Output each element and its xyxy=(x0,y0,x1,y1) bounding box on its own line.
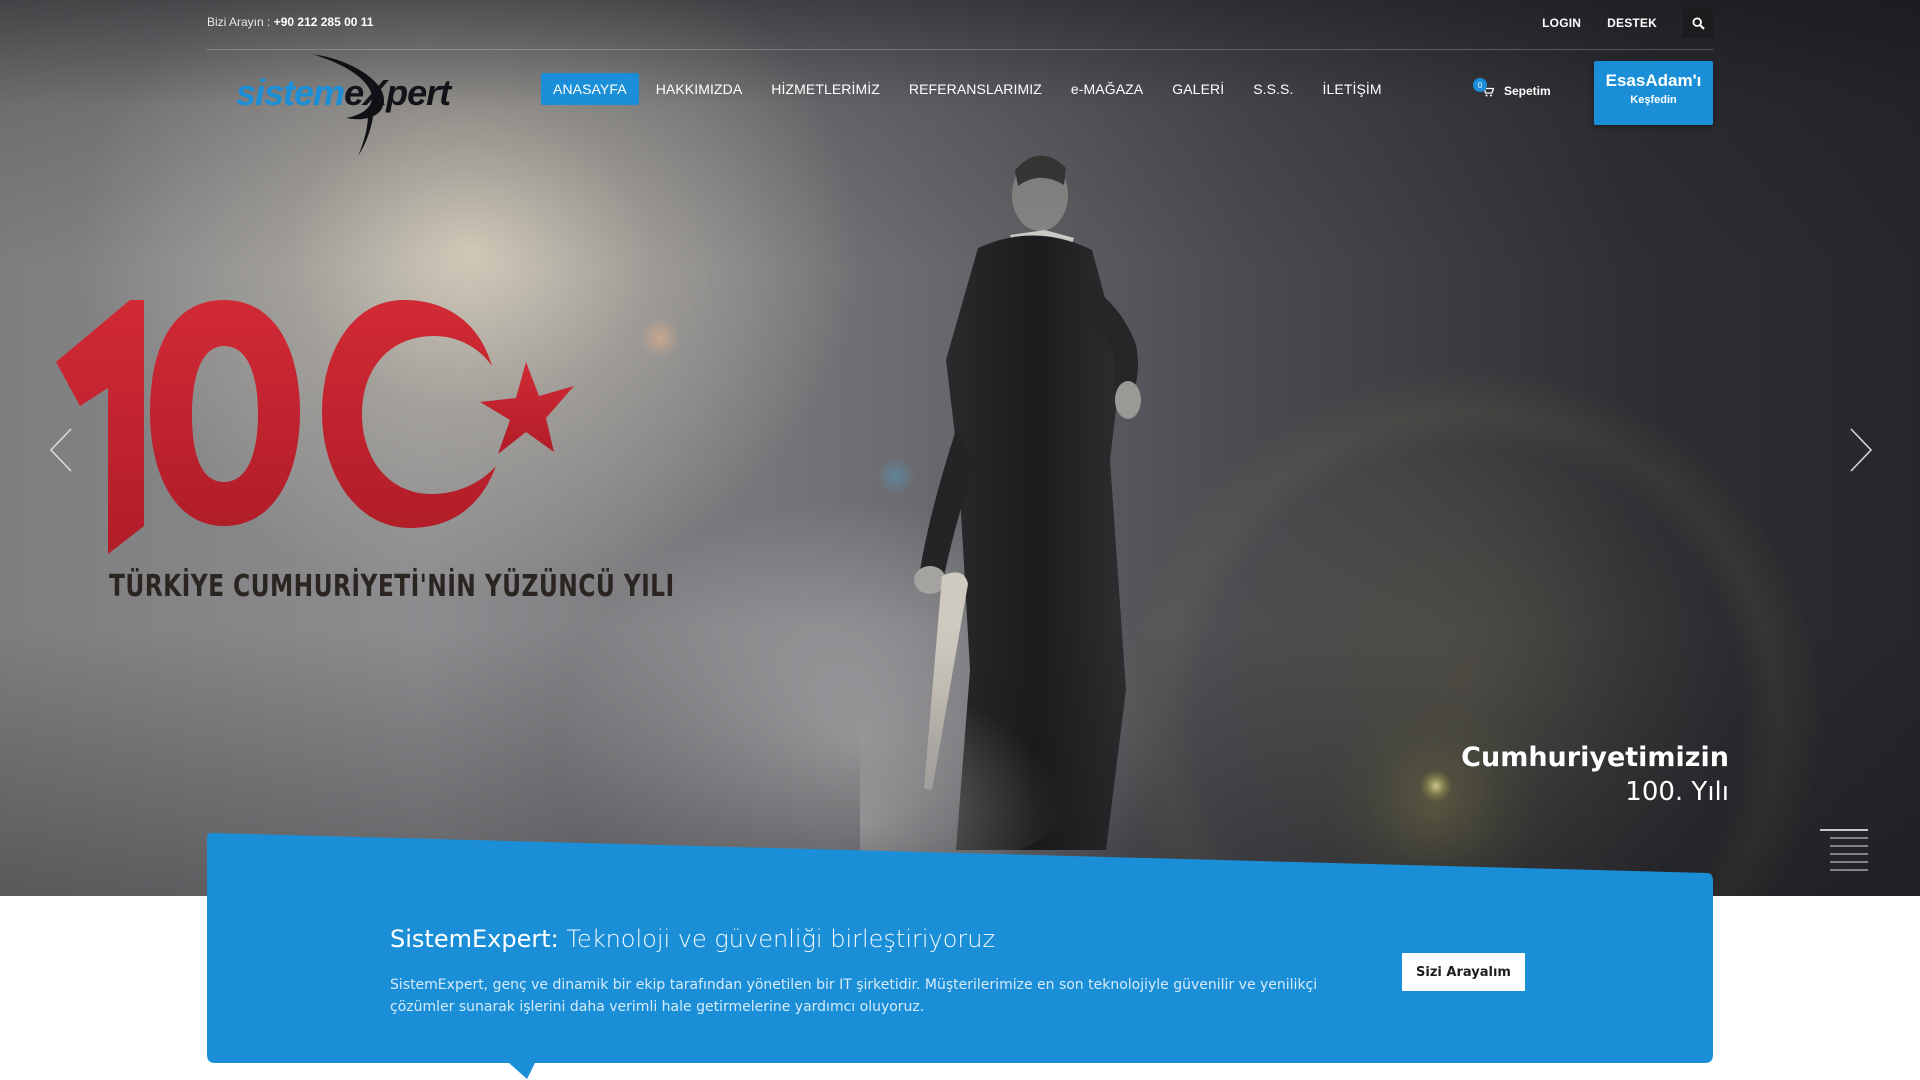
phone-label: Bizi Arayın : xyxy=(207,15,271,29)
page: TÜRKİYE CUMHURİYETİ'NİN YÜZÜNCÜ YILI Cum… xyxy=(0,0,1920,1080)
centennial-100-logo xyxy=(56,300,574,554)
cart-link[interactable]: 0 Sepetim xyxy=(1473,78,1551,98)
site-logo[interactable]: sistemeXpert xyxy=(234,52,464,160)
nav-item-emagaza[interactable]: e-MAĞAZA xyxy=(1059,73,1155,105)
esasadam-cta-title: EsasAdam'ı xyxy=(1605,71,1702,90)
chevron-right-icon[interactable] xyxy=(1845,425,1875,475)
nav-item-galeri[interactable]: GALERİ xyxy=(1160,73,1236,105)
chevron-left-icon[interactable] xyxy=(47,425,77,475)
esasadam-cta-subtitle: Keşfedin xyxy=(1630,94,1677,106)
main-nav: ANASAYFA HAKKIMIZDA HİZMETLERİMİZ REFERA… xyxy=(541,73,1399,105)
topbar-links: LOGIN DESTEK xyxy=(1542,8,1713,38)
nav-item-iletisim[interactable]: İLETİŞİM xyxy=(1311,73,1394,105)
intro-band-brand: SistemExpert: xyxy=(390,925,559,953)
topbar-phone: Bizi Arayın : +90 212 285 00 11 xyxy=(207,15,373,29)
slide-caption-subtitle: 100. Yılı xyxy=(1625,777,1729,807)
login-link[interactable]: LOGIN xyxy=(1542,16,1581,30)
nav-item-referanslarimiz[interactable]: REFERANSLARIMIZ xyxy=(897,73,1054,105)
support-link[interactable]: DESTEK xyxy=(1607,16,1657,30)
slide-list-icon[interactable] xyxy=(1818,828,1870,872)
phone-number[interactable]: +90 212 285 00 11 xyxy=(274,15,374,29)
nav-item-hakkimizda[interactable]: HAKKIMIZDA xyxy=(644,73,755,105)
intro-band: SistemExpert: Teknoloji ve güvenliği bir… xyxy=(207,833,1713,1080)
intro-band-title: SistemExpert: Teknoloji ve güvenliği bir… xyxy=(390,925,995,953)
slide-caption: Cumhuriyetimizin 100. Yılı xyxy=(1461,742,1729,807)
nav-item-sss[interactable]: S.S.S. xyxy=(1241,73,1305,105)
search-icon xyxy=(1691,16,1705,30)
esasadam-cta-button[interactable]: EsasAdam'ı Keşfedin xyxy=(1594,61,1713,125)
nav-item-anasayfa[interactable]: ANASAYFA xyxy=(541,73,639,105)
intro-band-tagline: Teknoloji ve güvenliği birleştiriyoruz xyxy=(566,925,996,953)
slide-caption-title: Cumhuriyetimizin xyxy=(1461,742,1729,773)
cart-label: Sepetim xyxy=(1504,84,1551,98)
intro-band-description: SistemExpert, genç ve dinamik bir ekip t… xyxy=(390,977,1318,1015)
call-me-button[interactable]: Sizi Arayalım xyxy=(1402,953,1525,991)
cart-count-badge: 0 xyxy=(1473,78,1487,92)
logo-wordmark: sistemeXpert xyxy=(236,72,451,113)
centennial-caption: TÜRKİYE CUMHURİYETİ'NİN YÜZÜNCÜ YILI xyxy=(109,569,675,604)
search-button[interactable] xyxy=(1683,8,1713,38)
nav-item-hizmetlerimiz[interactable]: HİZMETLERİMİZ xyxy=(759,73,892,105)
topbar: Bizi Arayın : +90 212 285 00 11 LOGIN DE… xyxy=(207,0,1713,50)
